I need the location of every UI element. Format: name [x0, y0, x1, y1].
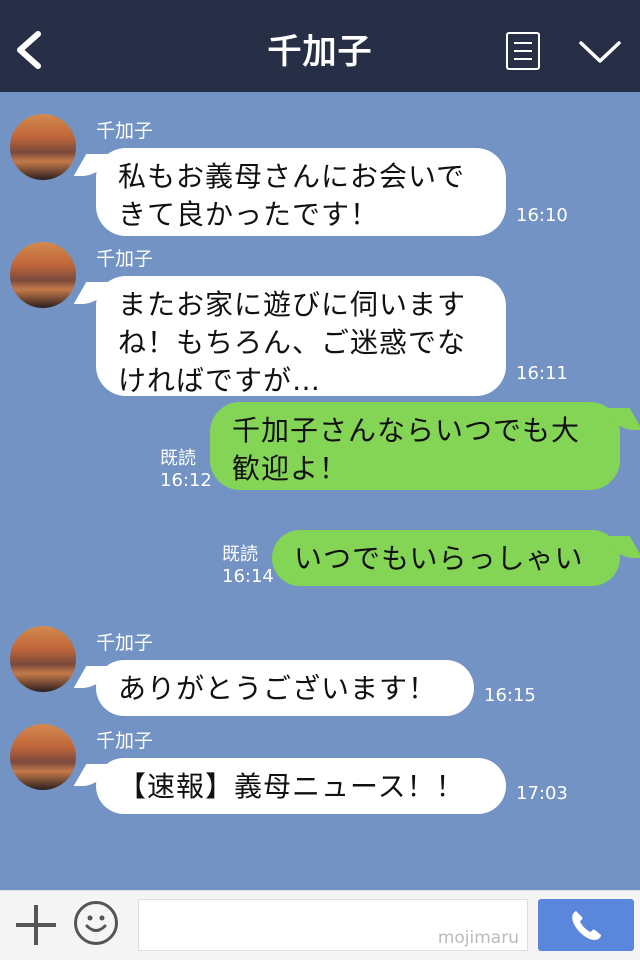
sender-name: 千加子	[96, 248, 154, 270]
incoming-message-bubble[interactable]: 【速報】義母ニュース！！	[96, 758, 506, 814]
message-line: 【速報】義母ニュース！！	[118, 770, 465, 803]
sender-name: 千加子	[96, 632, 154, 654]
message-list[interactable]: 千加子 私もお義母さんにお会いで きて良かったです！ 16:10 千加子 またお…	[0, 92, 640, 890]
avatar[interactable]	[10, 724, 76, 790]
incoming-message-bubble[interactable]: ありがとうございます！	[96, 660, 474, 716]
message-time: 16:14	[222, 566, 274, 587]
avatar[interactable]	[10, 626, 76, 692]
message-time: 16:12	[160, 470, 212, 491]
message-line: ね！もちろん、ご迷惑でな	[118, 326, 467, 359]
sender-name: 千加子	[96, 120, 154, 142]
incoming-message-bubble[interactable]: またお家に遊びに伺います ね！もちろん、ご迷惑でな ければですが…	[96, 276, 506, 397]
message-time: 16:11	[516, 363, 568, 384]
chat-header: 千加子	[0, 0, 640, 92]
read-receipt: 既読 16:14	[222, 544, 274, 588]
watermark-text: mojimaru	[437, 928, 519, 948]
input-bar: mojimaru	[0, 890, 640, 960]
read-receipt: 既読 16:12	[160, 448, 212, 492]
message-time: 17:03	[516, 783, 568, 804]
sender-name: 千加子	[96, 730, 154, 752]
read-label: 既読	[222, 544, 258, 565]
message-time: 16:15	[484, 685, 536, 706]
message-line: きて良かったです！	[118, 198, 380, 231]
outgoing-message-bubble[interactable]: いつでもいらっしゃい	[272, 530, 620, 586]
message-line: いつでもいらっしゃい	[294, 542, 584, 575]
message-time: 16:10	[516, 205, 568, 226]
read-label: 既読	[160, 448, 196, 469]
outgoing-message-bubble[interactable]: 千加子さんならいつでも大 歓迎よ！	[210, 402, 620, 490]
call-button[interactable]	[538, 899, 634, 951]
message-line: またお家に遊びに伺います	[118, 288, 467, 321]
avatar[interactable]	[10, 242, 76, 308]
chat-title: 千加子	[267, 32, 373, 72]
message-line: 歓迎よ！	[232, 452, 349, 485]
message-line: ければですが…	[118, 364, 322, 397]
incoming-message-bubble[interactable]: 私もお義母さんにお会いで きて良かったです！	[96, 148, 506, 236]
phone-icon	[572, 911, 601, 940]
plus-icon[interactable]	[16, 905, 56, 945]
chevron-down-icon[interactable]	[578, 38, 622, 66]
message-input[interactable]: mojimaru	[138, 899, 528, 951]
message-line: 千加子さんならいつでも大	[232, 414, 581, 447]
avatar[interactable]	[10, 114, 76, 180]
smiley-icon[interactable]	[74, 901, 118, 945]
message-line: ありがとうございます！	[118, 672, 438, 705]
menu-list-icon[interactable]	[506, 32, 540, 70]
message-line: 私もお義母さんにお会いで	[118, 160, 466, 193]
